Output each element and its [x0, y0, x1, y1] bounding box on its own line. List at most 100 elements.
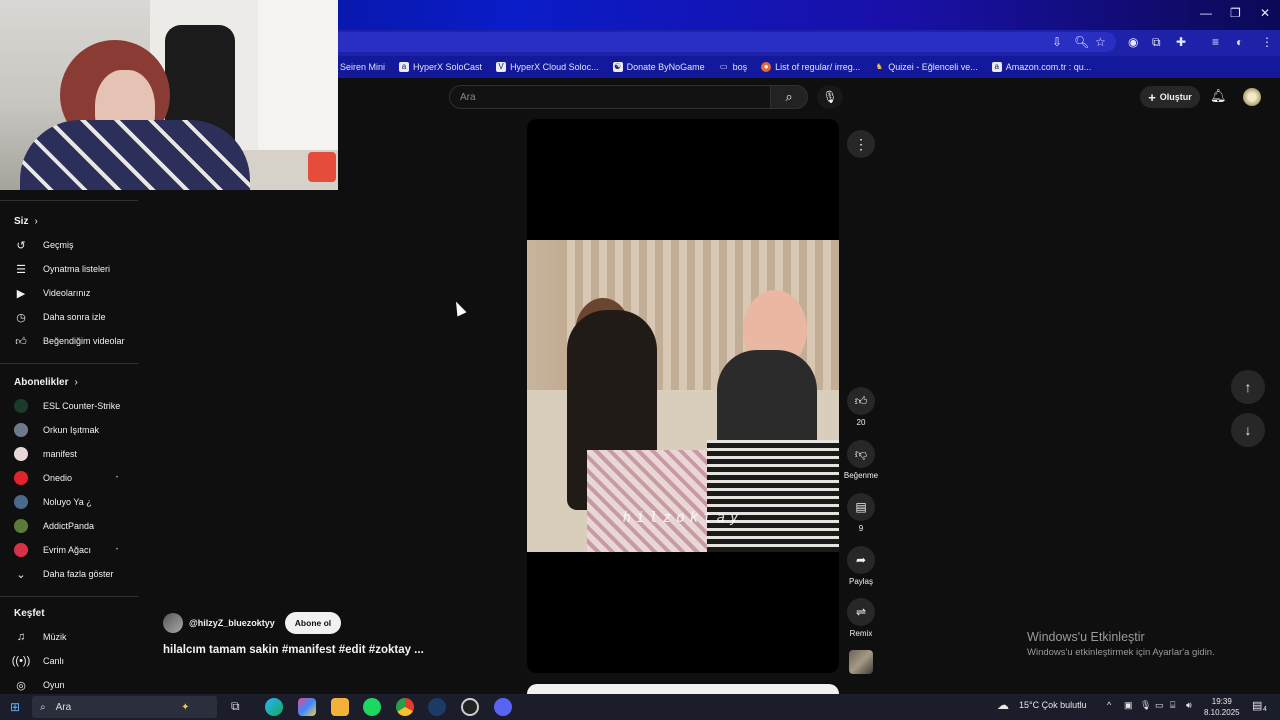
sidebar-you-header[interactable]: Siz ›	[0, 209, 138, 233]
share-action[interactable]: ➦ Paylaş	[843, 546, 879, 586]
more-options-button[interactable]: ⋮	[847, 130, 875, 158]
channel-name[interactable]: @hilzyZ_bluezoktyy	[189, 618, 275, 628]
edge-icon[interactable]	[265, 698, 283, 716]
create-button[interactable]: + Oluştur	[1140, 86, 1200, 108]
restore-button[interactable]: ❐	[1230, 6, 1241, 20]
translate-icon[interactable]: ⧉	[1152, 35, 1161, 50]
bookmark-item[interactable]: Seiren Mini	[340, 62, 385, 72]
search-button[interactable]: ⌕	[770, 85, 808, 109]
sidebar-item-subscription[interactable]: AddictPanda	[0, 514, 138, 538]
obs-icon[interactable]	[461, 698, 479, 716]
sidebar-item-playlists[interactable]: ☰ Oynatma listeleri	[0, 257, 138, 281]
sidebar-item-subscription[interactable]: Orkun Işıtmak	[0, 418, 138, 442]
bookmark-item[interactable]: ● List of regular/ irreg...	[761, 62, 860, 72]
close-button[interactable]: ✕	[1260, 6, 1270, 20]
start-button[interactable]: ⊞	[10, 700, 20, 714]
comments-action[interactable]: ▤ 9	[843, 493, 879, 533]
like-button[interactable]: 👍︎	[847, 387, 875, 415]
sidebar: Siz › ↺ Geçmiş ☰ Oynatma listeleri ▶ Videola…	[0, 200, 138, 694]
plus-icon: +	[1148, 89, 1156, 105]
notifications-icon[interactable]: ▤	[1252, 699, 1262, 712]
bookmark-item[interactable]: V HyperX Cloud Soloc...	[496, 62, 599, 72]
video-frame[interactable]: hilzoktay	[527, 240, 839, 552]
sidebar-item-liked-videos[interactable]: 👍︎ Beğendiğim videolar	[0, 329, 138, 353]
sidebar-item-watch-later[interactable]: ◷ Daha sonra izle	[0, 305, 138, 329]
tray-chevron-icon[interactable]: ^	[1107, 700, 1111, 710]
media-control-icon[interactable]: ≡	[1212, 35, 1219, 49]
address-bar[interactable]	[330, 32, 1116, 52]
bookmark-star-icon[interactable]: ☆	[1095, 35, 1106, 49]
bookmark-item[interactable]: ♞ Quizei - Eğlenceli ve...	[874, 62, 978, 72]
bookmark-item[interactable]: a Amazon.com.tr : qu...	[991, 62, 1091, 72]
video-watermark: hilzoktay	[622, 510, 744, 526]
dislike-action[interactable]: 👎︎ Beğenme	[843, 440, 879, 480]
dislike-button[interactable]: 👎︎	[847, 440, 875, 468]
mic-tray-icon[interactable]: 🎙︎	[1140, 700, 1151, 711]
channel-avatar	[14, 399, 28, 413]
previous-short-button[interactable]: ↑	[1231, 370, 1265, 404]
audio-thumbnail[interactable]	[849, 650, 873, 674]
comment-count: 9	[858, 524, 864, 533]
task-view-icon[interactable]: ⧉	[231, 699, 249, 717]
next-short-button[interactable]: ↓	[1231, 413, 1265, 447]
sidebar-item-music[interactable]: ♫ Müzik	[0, 625, 138, 649]
extension-icon[interactable]: ◉	[1128, 35, 1138, 49]
sidebar-explore-header: Keşfet	[14, 607, 45, 619]
thumbs-up-icon: 👍︎	[854, 393, 868, 408]
notifications-button[interactable]: 🔔︎	[1210, 88, 1227, 104]
tray-app-icon[interactable]: ▣	[1124, 700, 1133, 711]
sidebar-item-subscription[interactable]: manifest	[0, 442, 138, 466]
share-label: Paylaş	[848, 577, 873, 586]
weather-text[interactable]: 15°C Çok bulutlu	[1019, 700, 1087, 710]
taskbar-search[interactable]: ⌕ Ara ✦	[32, 696, 217, 718]
extensions-puzzle-icon[interactable]: ✚	[1176, 35, 1186, 49]
sidebar-subscriptions-header[interactable]: Abonelikler ›	[0, 370, 138, 394]
bookmark-icon: ●	[761, 62, 772, 72]
channel-avatar	[14, 447, 28, 461]
install-app-icon[interactable]: ⇩	[1052, 35, 1062, 49]
bookmark-icon: a	[399, 62, 410, 72]
remix-action[interactable]: ⇌ Remix	[843, 598, 879, 638]
sidebar-item-live[interactable]: ((•)) Canlı	[0, 649, 138, 673]
search-icon: ⌕	[40, 701, 46, 713]
profile-icon[interactable]: ◐	[1236, 35, 1243, 49]
chrome-icon[interactable]	[396, 698, 414, 716]
sidebar-item-subscription[interactable]: Evrim Ağacı •	[0, 538, 138, 562]
sidebar-item-your-videos[interactable]: ▶ Videolarınız	[0, 281, 138, 305]
watch-later-icon: ◷	[16, 311, 26, 324]
short-title[interactable]: hilalcım tamam sakin #manifest #edit #zo…	[163, 644, 424, 656]
taskbar-clock[interactable]: 19:39 8.10.2025	[1204, 696, 1240, 718]
channel-avatar	[14, 423, 28, 437]
spotify-icon[interactable]	[363, 698, 381, 716]
bookmark-folder[interactable]: ▭ boş	[719, 62, 747, 72]
bookmark-item[interactable]: a HyperX SoloCast	[399, 62, 482, 72]
sidebar-item-subscription[interactable]: Onedio •	[0, 466, 138, 490]
sidebar-item-subscription[interactable]: Noluyo Ya ¿	[0, 490, 138, 514]
windows-activation-watermark: Windows'u Etkinleştir Windows'u etkinleş…	[1027, 630, 1215, 658]
remix-button[interactable]: ⇌	[847, 598, 875, 626]
network-icon[interactable]: ⌸	[1170, 700, 1175, 711]
avatar[interactable]	[1243, 88, 1261, 106]
zoom-icon[interactable]: 🔍︎	[1074, 35, 1089, 49]
like-action[interactable]: 👍︎ 20	[843, 387, 879, 427]
subscribe-button[interactable]: Abone ol	[284, 612, 342, 634]
volume-icon[interactable]: 🔊︎	[1186, 700, 1192, 711]
file-explorer-icon[interactable]	[331, 698, 349, 716]
notification-count: 4	[1263, 706, 1267, 713]
voice-search-button[interactable]: 🎙︎	[817, 85, 843, 109]
tray-display-icon[interactable]: ▭	[1155, 700, 1164, 711]
show-more-button[interactable]: ⌄ Daha fazla göster	[0, 562, 138, 586]
shorts-player[interactable]: hilzoktay	[527, 119, 839, 673]
minimize-button[interactable]: —	[1200, 6, 1212, 20]
bookmark-item[interactable]: ☯ Donate ByNoGame	[612, 62, 705, 72]
sidebar-item-subscription[interactable]: ESL Counter-Strike	[0, 394, 138, 418]
browser-menu-icon[interactable]: ⋮	[1261, 35, 1273, 49]
sidebar-item-history[interactable]: ↺ Geçmiş	[0, 233, 138, 257]
steam-icon[interactable]	[428, 698, 446, 716]
copilot-icon[interactable]	[298, 698, 316, 716]
comments-button[interactable]: ▤	[847, 493, 875, 521]
discord-icon[interactable]	[494, 698, 512, 716]
share-button[interactable]: ➦	[847, 546, 875, 574]
channel-avatar[interactable]	[163, 613, 183, 633]
search-input[interactable]: Ara	[449, 85, 771, 109]
